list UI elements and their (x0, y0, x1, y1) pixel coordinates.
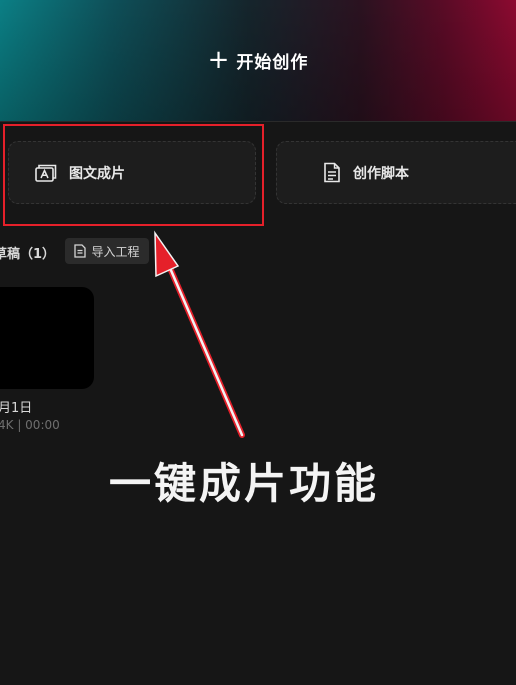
annotation-arrow (154, 230, 245, 438)
annotation-caption: 一键成片功能 (109, 459, 380, 508)
